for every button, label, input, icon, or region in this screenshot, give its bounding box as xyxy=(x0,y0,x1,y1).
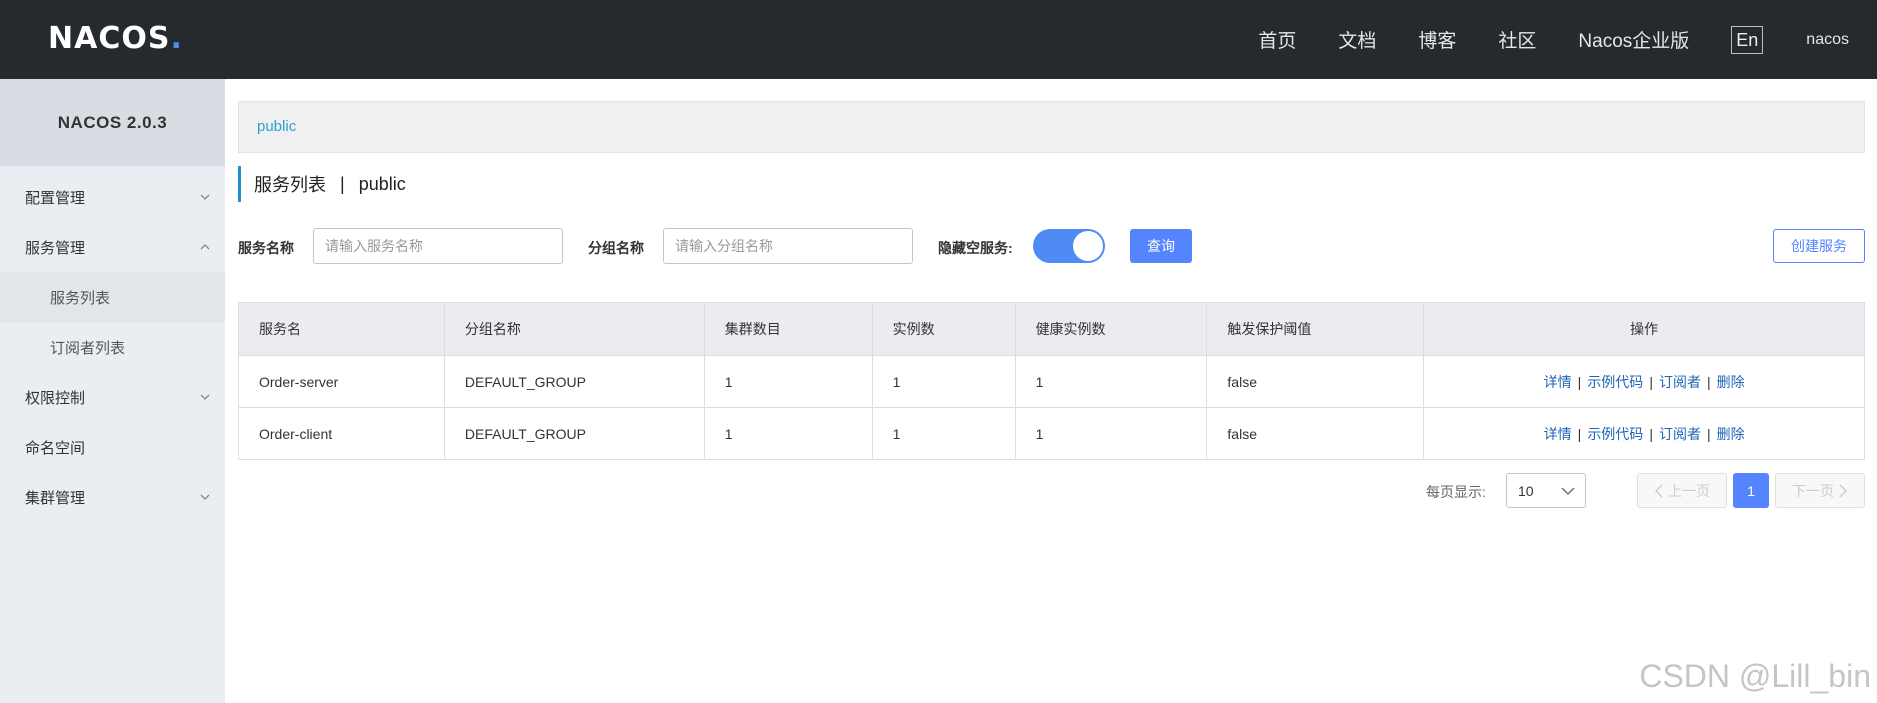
column-header-group: 分组名称 xyxy=(444,302,705,356)
sidebar-item-service-list[interactable]: 服务列表 xyxy=(0,272,225,322)
user-menu[interactable]: nacos xyxy=(1806,31,1849,49)
page-title: 服务列表 | public xyxy=(238,166,406,202)
sample-code-link[interactable]: 示例代码 xyxy=(1587,426,1643,442)
prev-page-button[interactable]: 上一页 xyxy=(1637,473,1727,508)
hide-empty-label: 隐藏空服务: xyxy=(938,240,1013,256)
delete-link[interactable]: 删除 xyxy=(1717,426,1745,442)
ops-separator: | xyxy=(1706,425,1711,442)
hide-empty-toggle[interactable] xyxy=(1033,229,1105,263)
namespace-tab-public[interactable]: public xyxy=(257,118,296,135)
logo-text: NACOS xyxy=(48,20,171,56)
page-size-select[interactable]: 10 xyxy=(1506,473,1586,508)
detail-link[interactable]: 详情 xyxy=(1544,426,1572,442)
group-name-label: 分组名称 xyxy=(588,240,644,256)
cell-clusters: 1 xyxy=(704,355,873,408)
nacos-logo[interactable]: NACOS. xyxy=(48,18,183,58)
ops-separator: | xyxy=(1577,373,1582,390)
page-size-value: 10 xyxy=(1518,482,1534,499)
nav-community[interactable]: 社区 xyxy=(1498,26,1536,53)
next-page-button[interactable]: 下一页 xyxy=(1775,473,1865,508)
sidebar-item-label: 权限控制 xyxy=(25,389,86,407)
cell-healthy: 1 xyxy=(1015,355,1208,408)
filter-bar: 服务名称 请输入服务名称 分组名称 请输入分组名称 隐藏空服务: 查询 创建服务 xyxy=(238,228,1865,266)
ops-separator: | xyxy=(1649,373,1653,390)
cell-instances: 1 xyxy=(872,355,1016,408)
prev-page-label: 上一页 xyxy=(1668,482,1710,499)
cell-group: DEFAULT_GROUP xyxy=(444,355,705,408)
table-header-row: 服务名 分组名称 集群数目 实例数 健康实例数 触发保护阈值 操作 xyxy=(238,302,1865,356)
sidebar-item-label: 配置管理 xyxy=(25,189,86,207)
watermark: CSDN @Lill_bin xyxy=(1639,658,1871,694)
chevron-down-icon xyxy=(200,394,210,400)
toggle-knob xyxy=(1073,231,1103,261)
sidebar-item-cluster[interactable]: 集群管理 xyxy=(0,472,225,522)
column-header-ops: 操作 xyxy=(1423,302,1865,356)
cell-healthy: 1 xyxy=(1015,407,1208,460)
sidebar-item-label: 集群管理 xyxy=(25,489,86,507)
page-title-text: 服务列表 xyxy=(254,175,326,195)
sidebar-item-auth[interactable]: 权限控制 xyxy=(0,372,225,422)
chevron-right-icon xyxy=(1839,484,1847,497)
namespace-bar: public xyxy=(238,101,1865,153)
cell-threshold: false xyxy=(1206,407,1425,460)
chevron-left-icon xyxy=(1655,484,1663,497)
ops-separator: | xyxy=(1577,425,1582,442)
sidebar-item-subscriber-list[interactable]: 订阅者列表 xyxy=(0,322,225,372)
group-name-input[interactable]: 请输入分组名称 xyxy=(663,228,913,264)
create-service-button[interactable]: 创建服务 xyxy=(1773,229,1865,263)
sidebar: NACOS 2.0.3 配置管理 服务管理 服务列表 订阅者列表 权限控制 命名… xyxy=(0,79,225,703)
top-bar: NACOS. 首页 文档 博客 社区 Nacos企业版 En nacos xyxy=(0,0,1877,79)
sample-code-link[interactable]: 示例代码 xyxy=(1587,374,1643,390)
cell-ops: 详情 | 示例代码 | 订阅者 | 删除 xyxy=(1423,407,1865,460)
ops-separator: | xyxy=(1706,373,1711,390)
sidebar-title: NACOS 2.0.3 xyxy=(0,79,225,166)
column-header-healthy: 健康实例数 xyxy=(1015,302,1208,356)
chevron-down-icon xyxy=(200,494,210,500)
sidebar-item-label: 服务管理 xyxy=(25,239,86,257)
service-name-input[interactable]: 请输入服务名称 xyxy=(313,228,563,264)
cell-group: DEFAULT_GROUP xyxy=(444,407,705,460)
detail-link[interactable]: 详情 xyxy=(1544,374,1572,390)
language-switch[interactable]: En xyxy=(1731,25,1764,54)
query-button[interactable]: 查询 xyxy=(1130,229,1192,263)
sidebar-item-namespace[interactable]: 命名空间 xyxy=(0,422,225,472)
sidebar-item-config[interactable]: 配置管理 xyxy=(0,172,225,222)
chevron-down-icon xyxy=(200,194,210,200)
nav-home[interactable]: 首页 xyxy=(1258,26,1296,53)
table-row: Order-server DEFAULT_GROUP 1 1 1 false 详… xyxy=(238,355,1865,408)
sidebar-item-label: 命名空间 xyxy=(25,439,86,457)
page-number-current[interactable]: 1 xyxy=(1733,473,1769,508)
subscriber-link[interactable]: 订阅者 xyxy=(1659,426,1701,442)
page-size-label: 每页显示: xyxy=(1426,484,1486,500)
cell-threshold: false xyxy=(1206,355,1425,408)
subscriber-link[interactable]: 订阅者 xyxy=(1659,374,1701,390)
table-row: Order-client DEFAULT_GROUP 1 1 1 false 详… xyxy=(238,407,1865,460)
title-separator: | xyxy=(340,173,345,194)
next-page-label: 下一页 xyxy=(1792,482,1834,499)
sidebar-item-service[interactable]: 服务管理 xyxy=(0,222,225,272)
chevron-down-icon xyxy=(1561,487,1575,495)
service-table: 服务名 分组名称 集群数目 实例数 健康实例数 触发保护阈值 操作 Order-… xyxy=(238,302,1865,460)
cell-service-name: Order-client xyxy=(238,407,445,460)
cell-clusters: 1 xyxy=(704,407,873,460)
top-nav: 首页 文档 博客 社区 Nacos企业版 En nacos xyxy=(1258,0,1877,79)
ops-separator: | xyxy=(1649,425,1653,442)
page-title-namespace: public xyxy=(358,173,406,194)
column-header-service-name: 服务名 xyxy=(238,302,445,356)
delete-link[interactable]: 删除 xyxy=(1717,374,1745,390)
column-header-instances: 实例数 xyxy=(872,302,1016,356)
cell-service-name: Order-server xyxy=(238,355,445,408)
cell-ops: 详情 | 示例代码 | 订阅者 | 删除 xyxy=(1423,355,1865,408)
chevron-up-icon xyxy=(200,244,210,250)
column-header-threshold: 触发保护阈值 xyxy=(1206,302,1425,356)
nav-docs[interactable]: 文档 xyxy=(1338,26,1376,53)
cell-instances: 1 xyxy=(872,407,1016,460)
service-name-label: 服务名称 xyxy=(238,240,294,256)
nav-enterprise[interactable]: Nacos企业版 xyxy=(1578,26,1689,53)
logo-dot: . xyxy=(170,20,183,56)
nav-blog[interactable]: 博客 xyxy=(1418,26,1456,53)
column-header-clusters: 集群数目 xyxy=(704,302,873,356)
